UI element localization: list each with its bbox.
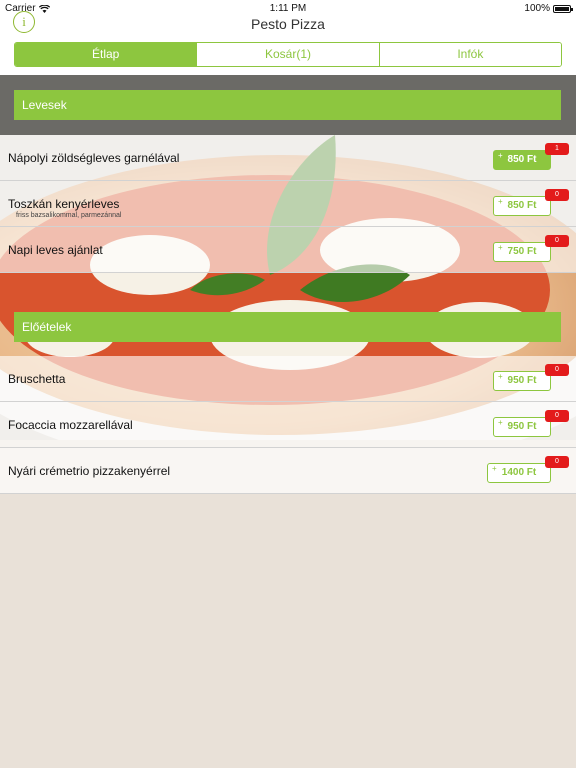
- count-badge: 0: [545, 364, 569, 376]
- menu-item[interactable]: Napi leves ajánlat + 750 Ft 0: [0, 227, 576, 273]
- navigation-bar: i Pesto Pizza: [0, 11, 576, 38]
- status-right: 100%: [524, 3, 573, 14]
- tab-kosar[interactable]: Kosár(1): [197, 43, 380, 66]
- plus-icon: +: [498, 372, 503, 381]
- item-name: Bruschetta: [8, 372, 66, 386]
- status-time: 1:11 PM: [269, 3, 307, 14]
- count-badge: 1: [545, 143, 569, 155]
- item-description: friss bazsalikommal, parmezánnal: [16, 212, 122, 219]
- menu-item[interactable]: Focaccia mozzarellával + 950 Ft 0: [0, 402, 576, 448]
- tab-bar: Étlap Kosár(1) Infók: [0, 38, 576, 75]
- item-name: Nyári crémetrio pizzakenyérrel: [8, 464, 171, 478]
- price-label: 850 Ft: [507, 200, 537, 211]
- price-label: 950 Ft: [507, 375, 537, 386]
- item-name: Nápolyi zöldségleves garnélával: [8, 151, 180, 165]
- price-button[interactable]: + 950 Ft: [493, 417, 551, 437]
- battery-percent: 100%: [524, 3, 550, 14]
- price-label: 1400 Ft: [501, 467, 537, 478]
- count-badge: 0: [545, 456, 569, 468]
- price-label: 850 Ft: [507, 154, 537, 165]
- tab-etlap[interactable]: Étlap: [15, 43, 198, 66]
- item-name: Focaccia mozzarellával: [8, 418, 133, 432]
- price-button[interactable]: + 750 Ft: [493, 242, 551, 262]
- tab-infok[interactable]: Infók: [379, 43, 561, 66]
- section-header-eloetelek: Előételek: [14, 312, 561, 342]
- status-bar: Carrier 1:11 PM 100%: [0, 0, 576, 16]
- menu-item[interactable]: Bruschetta + 950 Ft 0: [0, 356, 576, 402]
- plus-icon: +: [498, 418, 503, 427]
- count-badge: 0: [545, 410, 569, 422]
- page-title: Pesto Pizza: [251, 16, 325, 32]
- plus-icon: +: [498, 197, 503, 206]
- price-button[interactable]: + 850 Ft: [493, 150, 551, 170]
- plus-icon: +: [492, 464, 497, 473]
- price-button[interactable]: + 1400 Ft: [487, 463, 551, 483]
- section-header-levesek: Levesek: [14, 90, 561, 120]
- price-label: 750 Ft: [507, 246, 537, 257]
- plus-icon: +: [498, 151, 503, 160]
- battery-icon: [553, 4, 573, 13]
- price-button[interactable]: + 950 Ft: [493, 371, 551, 391]
- segmented-control: Étlap Kosár(1) Infók: [14, 42, 562, 67]
- menu-item[interactable]: Nápolyi zöldségleves garnélával + 850 Ft…: [0, 135, 576, 181]
- count-badge: 0: [545, 235, 569, 247]
- menu-item[interactable]: Toszkán kenyérleves friss bazsalikommal,…: [0, 181, 576, 227]
- plus-icon: +: [498, 243, 503, 252]
- item-name: Toszkán kenyérleves: [8, 197, 120, 211]
- price-label: 950 Ft: [507, 421, 537, 432]
- count-badge: 0: [545, 189, 569, 201]
- menu-item[interactable]: Nyári crémetrio pizzakenyérrel + 1400 Ft…: [0, 448, 576, 494]
- price-button[interactable]: + 850 Ft: [493, 196, 551, 216]
- item-name: Napi leves ajánlat: [8, 243, 103, 257]
